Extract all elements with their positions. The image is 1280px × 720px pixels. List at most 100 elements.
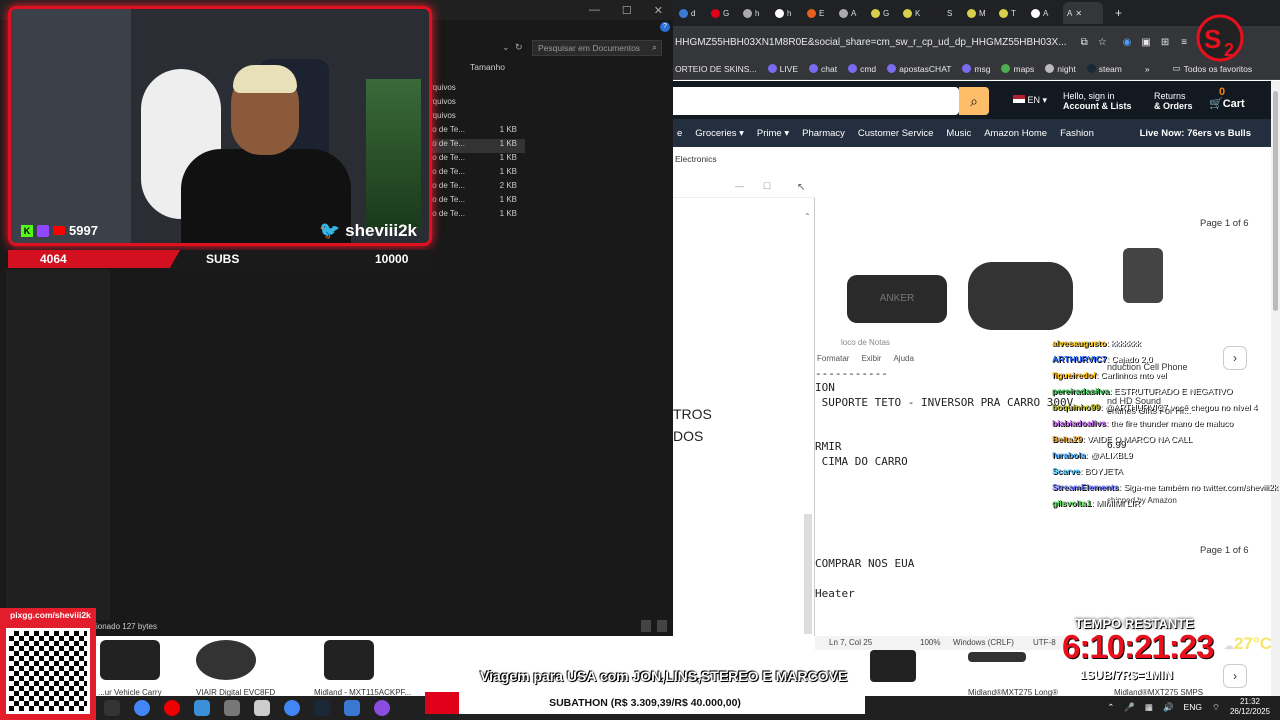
bookmark-item[interactable]: apostasCHAT xyxy=(887,64,951,74)
product-thumbnail[interactable] xyxy=(870,650,916,682)
minimize-button[interactable]: — xyxy=(589,4,600,16)
product-thumbnail[interactable] xyxy=(196,640,256,680)
browser-tab[interactable]: h xyxy=(775,8,803,18)
notepad-icon[interactable] xyxy=(254,700,270,716)
nav-item-customer-service[interactable]: Customer Service xyxy=(858,128,934,139)
nav-item[interactable]: e xyxy=(677,128,682,139)
returns-orders[interactable]: Returns & Orders xyxy=(1154,91,1193,111)
live-now-link[interactable]: Live Now: 76ers vs Bulls xyxy=(1140,128,1251,139)
file-row[interactable]: rquivos xyxy=(430,111,525,125)
language-selector[interactable]: EN ▾ xyxy=(1013,95,1047,105)
details-view-icon[interactable] xyxy=(641,620,651,632)
product-thumbnail[interactable] xyxy=(324,640,374,680)
column-header-size[interactable]: Tamanho xyxy=(470,62,505,72)
browser-tab[interactable]: K xyxy=(903,8,931,18)
nav-item-fashion[interactable]: Fashion xyxy=(1060,128,1094,139)
file-row[interactable]: to de Te... 2 KB xyxy=(430,181,525,195)
extensions-puzzle-icon[interactable]: ⊞ xyxy=(1161,37,1169,48)
microphone-icon[interactable]: 🎤 xyxy=(1124,702,1135,713)
file-row[interactable]: rquivos xyxy=(430,97,525,111)
more-bookmarks-icon[interactable]: » xyxy=(1145,64,1150,74)
steam-icon[interactable] xyxy=(314,700,330,716)
browser-tab[interactable]: d xyxy=(679,8,707,18)
all-bookmarks[interactable]: ▭ Todos os favoritos xyxy=(1173,63,1253,74)
network-icon[interactable]: ▦ xyxy=(1145,702,1153,713)
refresh-icon[interactable]: ↻ xyxy=(515,42,523,53)
browser-tab[interactable]: M xyxy=(967,8,995,18)
amazon-search-input[interactable] xyxy=(673,87,959,115)
new-tab-icon[interactable]: + xyxy=(1115,6,1122,20)
nav-item-pharmacy[interactable]: Pharmacy xyxy=(802,128,845,139)
browser-tab[interactable]: A xyxy=(839,8,867,18)
bookmark-item[interactable]: ORTEIO DE SKINS... xyxy=(675,64,757,74)
chevron-down-icon[interactable]: ⌄ xyxy=(502,42,510,53)
file-row-selected[interactable]: to de Te... 1 KB xyxy=(430,139,525,153)
scrollbar-thumb[interactable] xyxy=(1273,91,1278,311)
extension-icon[interactable]: ▣ xyxy=(1141,37,1150,48)
search-input[interactable]: Pesquisar em Documentos xyxy=(532,40,662,56)
address-bar[interactable]: HHGMZ55HBH03XN1M8R0E&social_share=cm_sw_… xyxy=(673,26,1280,58)
carousel-next-button[interactable]: › xyxy=(1223,664,1247,688)
chevron-up-icon[interactable]: ⌃ xyxy=(1107,702,1114,713)
file-row[interactable]: to de Te... 1 KB xyxy=(430,125,525,139)
maximize-button[interactable]: ☐ xyxy=(763,181,771,192)
chrome-icon[interactable] xyxy=(134,700,150,716)
star-icon[interactable]: ☆ xyxy=(1098,37,1107,48)
minimize-button[interactable]: — xyxy=(735,181,744,191)
app-icon[interactable] xyxy=(194,700,210,716)
browser-tab[interactable]: h xyxy=(743,8,771,18)
product-thumbnail[interactable] xyxy=(968,652,1026,662)
file-row[interactable]: to de Te... 1 KB xyxy=(430,195,525,209)
browser-tab[interactable]: T xyxy=(999,8,1027,18)
nav-item-music[interactable]: Music xyxy=(946,128,971,139)
nav-item-prime[interactable]: Prime ▾ xyxy=(757,128,789,139)
browser-tab[interactable]: A xyxy=(1031,8,1059,18)
product-image-phone[interactable] xyxy=(1123,248,1163,303)
opera-icon[interactable] xyxy=(164,700,180,716)
translate-icon[interactable]: ⧉ xyxy=(1081,37,1088,48)
file-row[interactable]: to de Te... 1 KB xyxy=(430,167,525,181)
nav-item-groceries[interactable]: Groceries ▾ xyxy=(695,128,744,139)
reading-list-icon[interactable]: ≡ xyxy=(1181,37,1187,48)
telegram-icon[interactable] xyxy=(344,700,360,716)
volume-icon[interactable]: 🔊 xyxy=(1163,702,1174,713)
nav-item-amazon-home[interactable]: Amazon Home xyxy=(984,128,1047,139)
account-menu[interactable]: Hello, sign in Account & Lists xyxy=(1063,91,1132,111)
cart-button[interactable]: 0 🛒Cart xyxy=(1209,87,1245,110)
bookmark-item[interactable]: maps xyxy=(1001,64,1034,74)
browser-tab[interactable]: G xyxy=(711,8,739,18)
close-button[interactable]: ✕ xyxy=(654,4,663,17)
browser-tab-active[interactable]: A ✕ xyxy=(1063,2,1103,24)
maximize-button[interactable]: ☐ xyxy=(622,4,632,17)
bookmark-item[interactable]: night xyxy=(1045,64,1076,74)
browser-tab[interactable]: G xyxy=(871,8,899,18)
bookmark-item[interactable]: LIVE xyxy=(767,64,798,74)
file-row[interactable]: to de Te... 1 KB xyxy=(430,153,525,167)
clock[interactable]: 21:32 26/12/2025 xyxy=(1230,697,1270,717)
bookmark-item[interactable]: cmd xyxy=(848,64,876,74)
file-row[interactable]: to de Te... 1 KB xyxy=(430,209,525,223)
language-indicator[interactable]: ENG xyxy=(1184,702,1202,712)
amazon-search-button[interactable]: ⌕ xyxy=(959,87,989,115)
help-icon[interactable]: ? xyxy=(660,22,670,32)
notepad-scrollbar[interactable] xyxy=(804,514,812,634)
product-thumbnail[interactable] xyxy=(100,640,160,680)
bookmark-item[interactable]: steam xyxy=(1086,64,1122,74)
bookmark-item[interactable]: chat xyxy=(809,64,837,74)
product-image-speaker[interactable] xyxy=(968,262,1073,330)
product-image-speaker[interactable]: ANKER xyxy=(847,275,947,323)
menu-exibir[interactable]: Exibir xyxy=(861,354,881,363)
tiles-view-icon[interactable] xyxy=(657,620,667,632)
close-tab-icon[interactable]: ✕ xyxy=(1075,9,1082,18)
menu-ajuda[interactable]: Ajuda xyxy=(893,354,913,363)
app-icon[interactable] xyxy=(224,700,240,716)
wifi-icon[interactable]: ⌔ xyxy=(1212,702,1220,713)
app-icon[interactable] xyxy=(374,700,390,716)
menu-formatar[interactable]: Formatar xyxy=(817,354,849,363)
start-icon[interactable] xyxy=(104,700,120,716)
breadcrumb[interactable]: Electronics xyxy=(675,154,717,164)
scroll-up-icon[interactable]: ⌃ xyxy=(804,212,811,221)
browser-tab[interactable]: S xyxy=(935,8,963,18)
file-row[interactable]: rquivos xyxy=(430,83,525,97)
browser-tab[interactable]: E xyxy=(807,8,835,18)
